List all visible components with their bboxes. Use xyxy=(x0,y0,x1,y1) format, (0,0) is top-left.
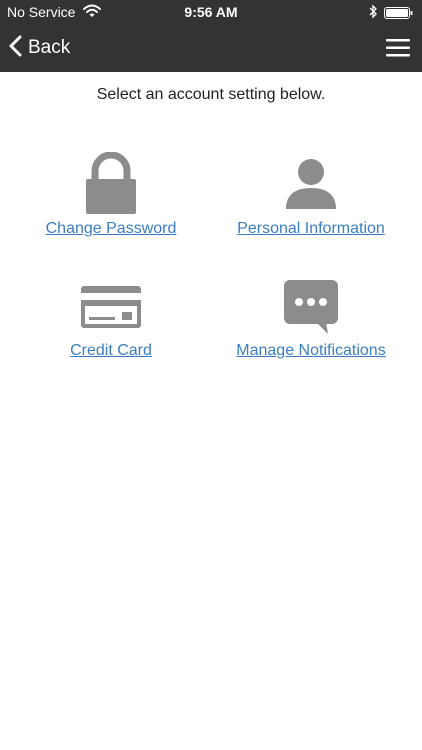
personal-information-option[interactable]: Personal Information xyxy=(211,152,411,239)
credit-card-option[interactable]: Credit Card xyxy=(11,282,211,361)
battery-icon xyxy=(384,6,414,22)
status-time: 9:56 AM xyxy=(184,4,238,20)
back-label: Back xyxy=(28,37,71,58)
manage-notifications-link[interactable]: Manage Notifications xyxy=(211,341,411,361)
hamburger-menu-icon[interactable] xyxy=(384,37,414,59)
lock-icon xyxy=(11,151,211,219)
credit-card-link[interactable]: Credit Card xyxy=(11,341,211,361)
back-button[interactable]: Back xyxy=(8,24,70,72)
nav-bar: Back xyxy=(0,24,422,72)
manage-notifications-option[interactable]: Manage Notifications xyxy=(211,278,411,361)
personal-information-link[interactable]: Personal Information xyxy=(211,219,411,239)
status-bar: No Service 9:56 AM xyxy=(0,0,422,24)
chat-bubble-icon xyxy=(211,278,411,341)
bluetooth-icon xyxy=(369,4,378,22)
change-password-link[interactable]: Change Password xyxy=(11,219,211,239)
change-password-option[interactable]: Change Password xyxy=(11,151,211,239)
credit-card-icon xyxy=(11,282,211,341)
chevron-left-icon xyxy=(8,35,22,62)
instructions-text: Select an account setting below. xyxy=(96,86,326,103)
person-icon xyxy=(211,152,411,219)
